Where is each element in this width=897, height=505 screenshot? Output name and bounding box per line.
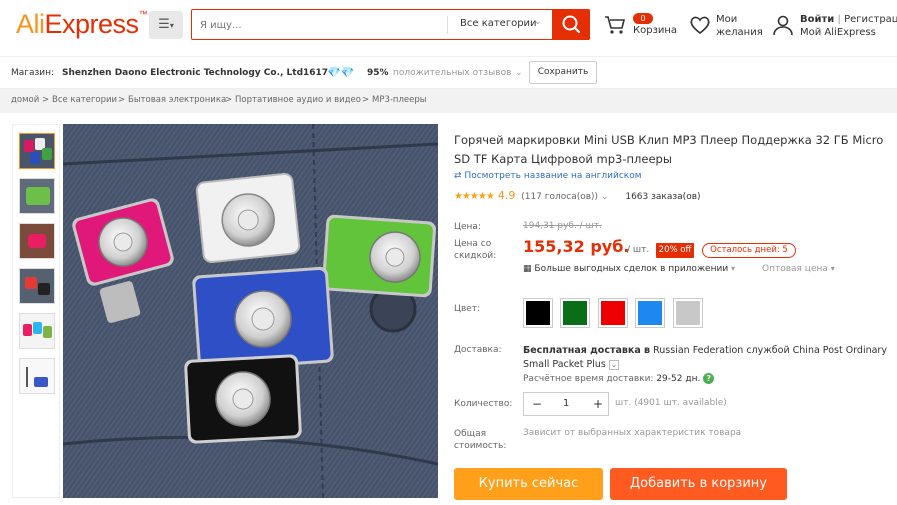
cart-count-badge: 0 xyxy=(633,13,653,24)
color-swatch-silver[interactable] xyxy=(673,298,703,328)
chevron-down-icon[interactable]: ⌄ xyxy=(515,68,523,78)
store-name[interactable]: Shenzhen Daono Electronic Technology Co.… xyxy=(62,68,303,78)
feedback-percent: 95% xyxy=(367,68,389,78)
thumbnail-2[interactable] xyxy=(19,178,55,214)
color-swatch-red[interactable] xyxy=(598,298,628,328)
diamond-icon: 💎💎 xyxy=(327,66,355,79)
wholesale-price-link[interactable]: Оптовая цена ▾ xyxy=(762,264,835,274)
category-select[interactable]: Все категории xyxy=(460,18,537,29)
color-swatch-green[interactable] xyxy=(560,298,590,328)
app-deals-link[interactable]: ▦ Больше выгодных сделок в приложении ▾ xyxy=(523,264,735,274)
user-icon[interactable] xyxy=(772,13,794,37)
aliexpress-logo[interactable]: AliExpress™ xyxy=(16,9,148,40)
breadcrumb-electronics[interactable]: Бытовая электроника xyxy=(128,95,226,105)
divider xyxy=(447,16,448,34)
quantity-label: Количество: xyxy=(454,399,513,409)
star-rating-icon[interactable]: ★★★★★ xyxy=(454,191,495,202)
heart-icon[interactable] xyxy=(688,13,712,37)
days-left-badge: Осталось дней: 5 xyxy=(702,243,796,258)
search-input[interactable] xyxy=(200,17,440,33)
translate-title-link[interactable]: ⇄ Посмотреть название на английском xyxy=(454,171,642,181)
shipping-method[interactable]: Small Packet Plus xyxy=(523,359,606,370)
product-main-image[interactable] xyxy=(63,124,438,498)
register-link[interactable]: Регистраци xyxy=(844,14,897,25)
total-value: Зависит от выбранных характеристик товар… xyxy=(523,428,742,438)
chevron-down-icon: ⌄ xyxy=(534,17,542,27)
discount-badge: 20% off xyxy=(656,243,694,258)
increase-quantity-button[interactable]: + xyxy=(593,397,603,411)
buy-now-button[interactable]: Купить сейчас xyxy=(454,468,603,500)
rating-value: 4.9 xyxy=(497,189,516,202)
available-stock: шт. (4901 шт. available) xyxy=(615,398,727,408)
chevron-down-icon[interactable]: ⌄ xyxy=(608,360,619,370)
chevron-down-icon: ▾ xyxy=(731,264,736,273)
quantity-stepper: − 1 + xyxy=(523,392,609,416)
color-label: Цвет: xyxy=(454,304,481,314)
search-bar: Все категории ⌄ xyxy=(191,9,590,40)
store-score: 1617 xyxy=(303,68,329,78)
add-to-cart-button[interactable]: Добавить в корзину xyxy=(610,468,787,500)
color-swatch-blue[interactable] xyxy=(635,298,665,328)
header: AliExpress™ ☰▾ Все категории ⌄ 0 Корзина… xyxy=(0,0,897,56)
orders-count: 1663 заказа(ов) xyxy=(625,192,701,202)
store-bar: Магазин: Shenzhen Daono Electronic Techn… xyxy=(0,56,897,89)
save-store-button[interactable]: Сохранить xyxy=(529,61,597,84)
categories-menu-button[interactable]: ☰▾ xyxy=(149,11,183,39)
total-label: Общая стоимость: xyxy=(454,429,507,451)
color-swatch-black[interactable] xyxy=(523,298,553,328)
login-link[interactable]: Войти xyxy=(800,14,834,25)
breadcrumb-home[interactable]: домой xyxy=(11,95,39,105)
thumbnail-4[interactable] xyxy=(19,268,55,304)
delivery-info: Бесплатная доставка в Russian Federation… xyxy=(523,344,893,372)
votes-link[interactable]: (117 голоса(ов)) xyxy=(521,192,598,202)
store-label: Магазин: xyxy=(11,68,55,78)
translate-icon: ⇄ xyxy=(454,171,462,181)
help-icon[interactable]: ? xyxy=(703,373,715,384)
account-links: Войти | Регистраци Мой AliExpress xyxy=(800,13,897,39)
thumbnail-strip xyxy=(12,124,60,498)
price-label: Цена: xyxy=(454,222,481,232)
feedback-label: положительных отзывов xyxy=(393,68,512,78)
my-aliexpress-link[interactable]: Мой AliExpress xyxy=(800,26,897,39)
delivery-label: Доставка: xyxy=(454,345,502,355)
breadcrumb: домой > Все категории > Бытовая электрон… xyxy=(0,89,897,113)
delivery-eta: Расчётное время доставки: 29-52 дн. ? xyxy=(523,373,715,384)
cart-link[interactable]: Корзина xyxy=(633,24,677,37)
breadcrumb-portable-audio[interactable]: Портативное аудио и видео xyxy=(235,95,361,105)
wishlist-link[interactable]: Мои желания xyxy=(716,13,763,39)
chevron-down-icon: ▾ xyxy=(830,264,835,273)
breadcrumb-mp3-players[interactable]: MP3-плееры xyxy=(372,95,427,105)
search-icon xyxy=(562,15,581,34)
delivery-destination[interactable]: Russian Federation службой China Post Or… xyxy=(653,345,887,356)
decrease-quantity-button[interactable]: − xyxy=(532,397,542,411)
product-photo xyxy=(63,124,438,498)
thumbnail-3[interactable] xyxy=(19,223,55,259)
discount-price-label: Цена со скидкой: xyxy=(454,239,497,261)
breadcrumb-all-categories[interactable]: Все категории xyxy=(52,95,117,105)
rating-row: ★★★★★ 4.9 (117 голоса(ов)) ⌄ 1663 заказа(… xyxy=(454,189,701,202)
thumbnail-6[interactable] xyxy=(19,358,55,394)
thumbnail-1[interactable] xyxy=(19,133,55,169)
thumbnail-5[interactable] xyxy=(19,313,55,349)
quantity-input[interactable]: 1 xyxy=(563,398,569,409)
search-button[interactable] xyxy=(552,9,590,40)
cart-icon[interactable] xyxy=(603,13,627,37)
product-title: Горячей маркировки Mini USB Клип MP3 Пле… xyxy=(454,133,884,166)
per-unit: / шт. xyxy=(627,245,650,255)
qr-code-icon: ▦ xyxy=(523,264,532,274)
old-price: 194,31 руб. / шт. xyxy=(523,221,602,231)
chevron-down-icon[interactable]: ⌄ xyxy=(601,192,609,202)
free-shipping-text: Бесплатная доставка в xyxy=(523,345,651,356)
discount-price: 155,32 руб. xyxy=(523,237,630,256)
